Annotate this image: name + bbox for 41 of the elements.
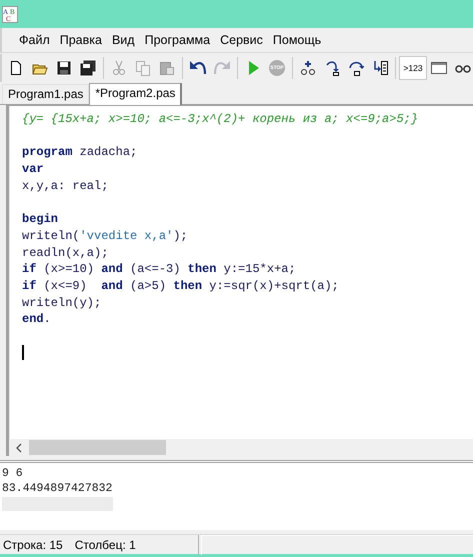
step-into-icon xyxy=(324,60,340,76)
text-cursor xyxy=(22,345,24,360)
menu-item[interactable]: Вид xyxy=(106,33,140,47)
code-line: readln(x,a); xyxy=(22,244,108,262)
scissors-icon xyxy=(111,60,127,76)
line-number-status: Строка: 15 xyxy=(3,538,63,552)
step-over-icon xyxy=(348,60,364,76)
menu-item[interactable]: Программа xyxy=(140,33,216,47)
file-tab[interactable]: *Program2.pas xyxy=(89,83,182,105)
window-icon xyxy=(431,60,447,76)
menu-item[interactable]: Сервис xyxy=(215,33,268,47)
code-line: if (x>=10) and (a<=-3) then y:=15*x+a; xyxy=(22,261,296,278)
file-tab[interactable]: Program1.pas xyxy=(2,84,90,104)
code-line: writeln('vvedite x,a'); xyxy=(22,228,188,245)
new-file-icon xyxy=(8,60,24,76)
glasses-plus-icon xyxy=(300,60,316,76)
menu-item[interactable]: Файл xyxy=(14,33,55,47)
code-line: end. xyxy=(22,311,51,328)
scrollbar-thumb[interactable] xyxy=(29,440,166,455)
column-number-status: Столбец: 1 xyxy=(74,538,136,552)
code-line: program zadacha; xyxy=(22,144,138,162)
floppy-disks-icon xyxy=(80,60,96,76)
code-line: {y= {15x+a; x>=10; a<=-3;x^(2)+ корень из a; x<=9;a>5;} xyxy=(22,111,418,128)
undo-arrow-icon xyxy=(190,60,206,76)
code-line: x,y,a: real; xyxy=(22,178,108,194)
stop-sign xyxy=(269,60,285,76)
code-line: begin xyxy=(22,211,58,228)
output-line: 9 6 xyxy=(2,466,24,481)
code-line: writeln(y); xyxy=(22,294,102,312)
menu-item[interactable]: Помощь xyxy=(268,33,326,47)
output-line: 83.4494897427832 xyxy=(2,481,114,496)
menu-item[interactable]: Правка xyxy=(54,33,107,47)
code-line: var xyxy=(22,161,44,178)
run-to-cursor-icon xyxy=(372,60,388,76)
horizontal-scrollbar[interactable] xyxy=(9,439,473,456)
redo-arrow-icon xyxy=(214,60,230,76)
output-toggle-button[interactable]: >123 xyxy=(399,56,427,80)
clipboard-icon xyxy=(159,60,175,76)
scroll-left-icon xyxy=(15,442,23,452)
copy-icon xyxy=(135,60,151,76)
code-line: if (x<=9) and (a>5) then y:=sqr(x)+sqrt(a); xyxy=(22,278,339,295)
